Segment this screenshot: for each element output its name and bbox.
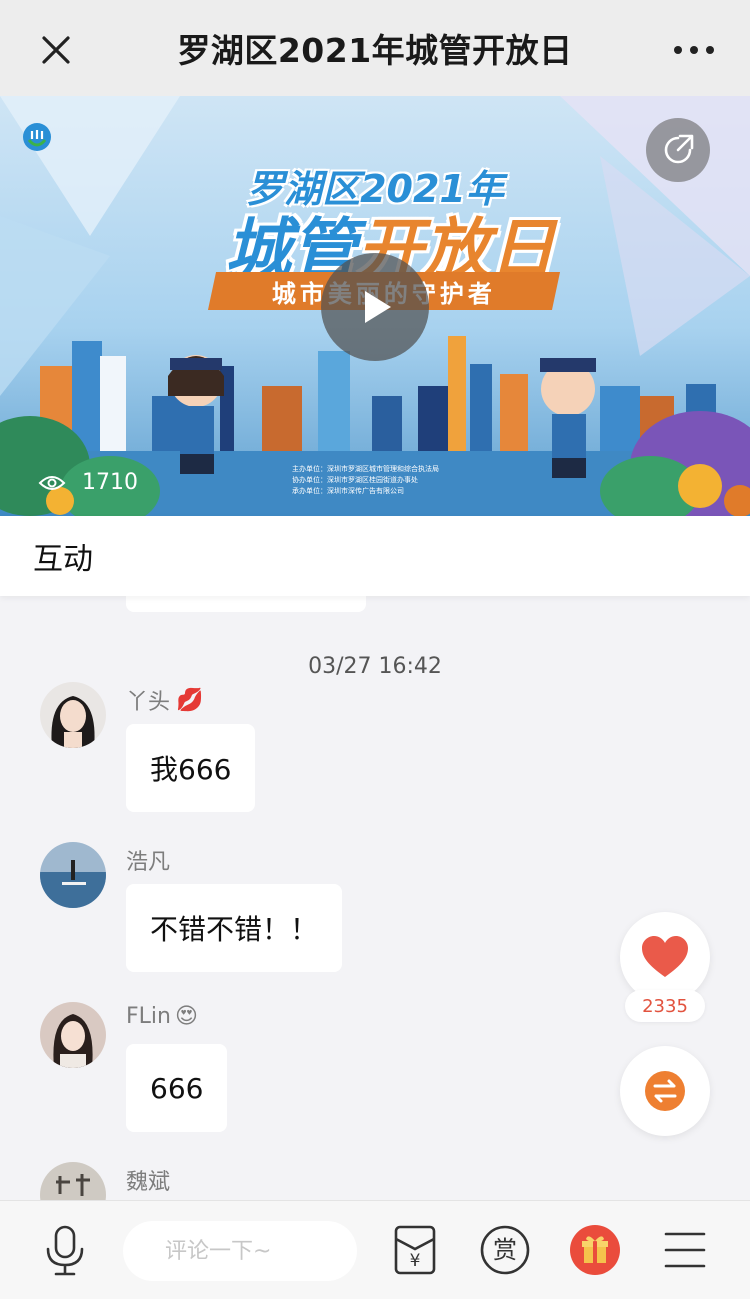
tab-interaction[interactable]: 互动 bbox=[33, 534, 93, 578]
sender-name-text: 丫头 bbox=[126, 690, 171, 715]
bottom-toolbar: ¥ 赏 bbox=[0, 1200, 750, 1299]
play-icon bbox=[365, 291, 391, 323]
view-counter: 1710 bbox=[38, 470, 138, 495]
switch-button[interactable] bbox=[620, 1046, 710, 1136]
chat-timestamp: 03/27 16:42 bbox=[308, 654, 442, 679]
sender-name: 丫头 💋 bbox=[126, 684, 203, 716]
menu-icon[interactable] bbox=[664, 1231, 706, 1273]
eye-icon bbox=[38, 475, 66, 490]
sender-name: FLin 😍 bbox=[126, 1004, 198, 1029]
like-button[interactable] bbox=[620, 912, 710, 1002]
sender-name: 浩凡 bbox=[126, 850, 171, 875]
tab-bar: 互动 bbox=[0, 516, 750, 596]
credit-line: 协办单位：深圳市罗湖区桂园街道办事处 bbox=[292, 476, 418, 484]
page-title: 罗湖区2021年城管开放日 bbox=[177, 31, 573, 70]
heart-icon bbox=[642, 936, 688, 977]
message-bubble[interactable]: 666 bbox=[126, 1044, 228, 1132]
avatar[interactable] bbox=[40, 1002, 106, 1068]
avatar[interactable] bbox=[40, 682, 106, 748]
message-bubble[interactable]: 不错不错！！ bbox=[126, 884, 343, 972]
play-button[interactable] bbox=[321, 253, 429, 361]
banner-credits: 主办单位：深圳市罗湖区城市管理和综合执法局 协办单位：深圳市罗湖区桂园街道办事处… bbox=[292, 464, 439, 497]
reward-label: 赏 bbox=[493, 1236, 517, 1264]
microphone-icon[interactable] bbox=[44, 1225, 86, 1281]
lips-emoji: 💋 bbox=[176, 687, 204, 713]
message-bubble-partial bbox=[126, 596, 366, 612]
sender-name: 魏斌 bbox=[126, 1170, 171, 1195]
credit-line: 承办单位：深圳市深传广告有限公司 bbox=[292, 487, 404, 495]
avatar[interactable] bbox=[40, 842, 106, 908]
avatar[interactable] bbox=[40, 1162, 106, 1200]
comment-input[interactable] bbox=[123, 1221, 357, 1281]
message-bubble[interactable]: 我666 bbox=[126, 724, 256, 812]
envelope-symbol: ¥ bbox=[410, 1251, 421, 1271]
heart-eyes-emoji: 😍 bbox=[174, 1004, 198, 1029]
red-envelope-icon[interactable]: ¥ bbox=[394, 1225, 436, 1279]
logo-icon bbox=[22, 122, 52, 152]
top-nav-bar: 罗湖区2021年城管开放日 bbox=[0, 0, 750, 96]
gift-icon[interactable] bbox=[570, 1225, 620, 1279]
video-banner[interactable]: 罗湖区2021年 城管开放日 城市美丽的守护者 主办单位：深圳市罗湖区城市管理和… bbox=[0, 96, 750, 516]
swap-arrows-icon bbox=[645, 1071, 685, 1111]
credit-line: 主办单位：深圳市罗湖区城市管理和综合执法局 bbox=[292, 465, 439, 473]
close-icon[interactable] bbox=[36, 30, 76, 70]
sender-name-text: FLin bbox=[126, 1004, 171, 1029]
more-options-icon[interactable] bbox=[674, 30, 714, 70]
view-count: 1710 bbox=[82, 470, 138, 495]
like-count: 2335 bbox=[625, 990, 705, 1022]
reward-icon[interactable]: 赏 bbox=[480, 1225, 530, 1279]
